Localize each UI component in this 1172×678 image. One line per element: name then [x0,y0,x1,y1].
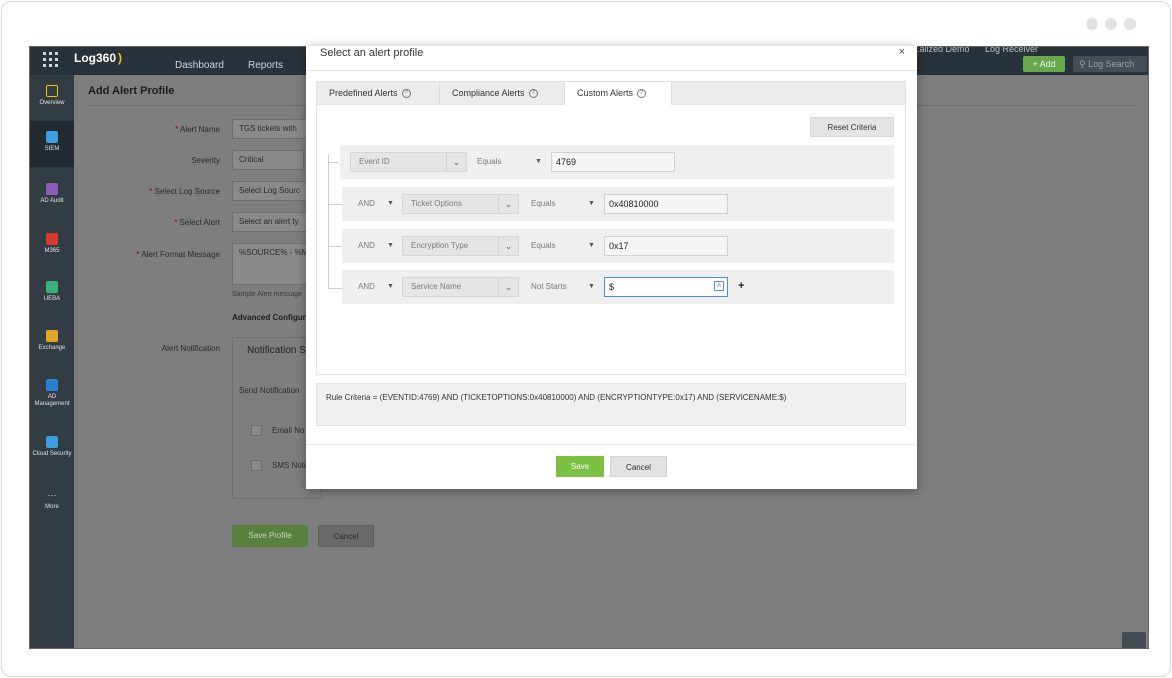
reset-criteria-button[interactable]: Reset Criteria [810,117,894,137]
criteria-row: AND ▼ Ticket Options ⌄ Equals ▼ 0x4081000… [342,187,894,221]
sms-checkbox[interactable] [251,460,262,471]
tab-custom-alerts[interactable]: Custom Alerts? [565,82,672,106]
severity-select[interactable]: Critical [232,150,304,170]
alert-profile-modal: Select an alert profile × Predefined Ale… [306,46,917,489]
log-source-label: * Select Log Source [149,187,220,196]
severity-label: Severity [191,156,220,165]
send-notification-label: Send Notification [239,386,300,395]
user-tree-icon [46,379,58,391]
sidebar-item-cloud-security[interactable]: Cloud Security [30,436,74,458]
chat-icon[interactable] [1122,632,1146,648]
notification-label: Alert Notification [161,344,220,353]
divider [306,70,917,71]
cloud-icon [46,436,58,448]
sidebar-item-ad-management[interactable]: AD Management [30,379,74,408]
field-select[interactable]: Event ID ⌄ [350,152,467,172]
sidebar-item-ueba[interactable]: UEBA [30,281,74,303]
help-icon: ? [637,89,647,99]
log-receiver-link[interactable]: Log Receiver [985,47,1038,54]
email-checkbox[interactable] [251,425,262,436]
close-icon[interactable]: × [899,46,905,58]
select-alert-label: * Select Alert [174,218,220,227]
caret-down-icon: ▼ [588,283,595,290]
caret-down-icon: ▼ [387,242,394,249]
app-logo: Log360) [74,51,123,65]
grid-icon [46,85,58,97]
sms-label: SMS Noti [272,461,306,470]
page-title: Add Alert Profile [88,85,175,97]
tree-connector [328,204,342,205]
value-input[interactable]: $ A [604,277,728,297]
format-message-label: * Alert Format Message [136,250,220,259]
add-criteria-icon[interactable]: + [738,280,744,292]
alert-name-input[interactable]: TGS tickets with [232,119,308,139]
format-message-textarea[interactable]: %SOURCE% - %M [232,243,308,285]
save-profile-button[interactable]: Save Profile [232,525,308,547]
tree-connector [328,154,329,288]
add-button[interactable]: + Add [1023,56,1065,72]
connector-select[interactable]: AND [358,194,375,214]
chevron-down-icon: ⌄ [498,195,518,213]
alert-tabs: Predefined Alerts? Compliance Alerts? Cu… [316,81,906,106]
app-grid-icon[interactable] [43,52,59,67]
alert-name-label: * Alert Name [175,125,220,134]
divider [306,444,917,445]
log-source-select[interactable]: Select Log Sourc [232,181,308,201]
advanced-config-link[interactable]: Advanced Configur [232,313,306,322]
value-input[interactable]: 4769 [551,152,675,172]
cancel-button[interactable]: Cancel [610,456,667,477]
connector-select[interactable]: AND [358,277,375,297]
help-icon: ? [401,89,411,99]
chevron-down-icon: ⌄ [446,153,466,171]
operator-select[interactable]: Equals [477,152,501,172]
tree-connector [328,288,342,289]
eye-icon [46,281,58,293]
tree-connector [328,246,342,247]
criteria-row: AND ▼ Encryption Type ⌄ Equals ▼ 0x17 [342,229,894,263]
value-input[interactable]: 0x40810000 [604,194,728,214]
tab-compliance-alerts[interactable]: Compliance Alerts? [440,82,565,105]
select-alert-input[interactable]: Select an alert ty [232,212,308,232]
value-input[interactable]: 0x17 [604,236,728,256]
caret-down-icon: ▼ [588,242,595,249]
tab-predefined-alerts[interactable]: Predefined Alerts? [317,82,440,105]
caret-down-icon: ▼ [588,200,595,207]
mail-icon [46,330,58,342]
help-icon: ? [528,89,538,99]
chevron-down-icon: ⌄ [498,237,518,255]
save-button[interactable]: Save [556,456,604,477]
field-select[interactable]: Ticket Options ⌄ [402,194,519,214]
caret-down-icon: ▼ [387,283,394,290]
more-icon: ··· [47,490,57,500]
criteria-row: Event ID ⌄ Equals ▼ 4769 [340,145,894,179]
tree-connector [328,162,338,163]
sample-alert-note: Sample Alert message [232,291,303,298]
operator-select[interactable]: Equals [531,236,555,256]
search-icon: ⚲ [1079,59,1086,69]
field-select[interactable]: Service Name ⌄ [402,277,519,297]
office-icon [46,233,58,245]
window-dots [1086,18,1136,30]
caret-down-icon: ▼ [387,200,394,207]
field-select[interactable]: Encryption Type ⌄ [402,236,519,256]
notification-settings-title: Notification S [247,345,306,356]
nav-dashboard[interactable]: Dashboard [175,60,224,71]
rule-criteria-summary: Rule Criteria = (EVENTID:4769) AND (TICK… [316,383,906,426]
operator-select[interactable]: Not Starts [531,277,567,297]
sidebar-item-overview[interactable]: Overview [30,85,74,107]
modal-title: Select an alert profile [320,47,424,59]
sidebar-item-more[interactable]: ··· More [30,490,74,511]
keyboard-icon[interactable]: A [714,281,724,291]
browser-frame: Log360) Dashboard Reports ...alized Demo… [1,1,1171,677]
criteria-row: AND ▼ Service Name ⌄ Not Starts ▼ $ A + [342,270,894,304]
org-name: ...alized Demo [912,46,970,54]
connector-select[interactable]: AND [358,236,375,256]
email-label: Email No [272,426,305,435]
nav-reports[interactable]: Reports [248,60,283,71]
operator-select[interactable]: Equals [531,194,555,214]
log-search-button[interactable]: ⚲ Log Search [1073,56,1147,72]
caret-down-icon: ▼ [535,158,542,165]
cancel-profile-button[interactable]: Cancel [318,525,374,547]
chevron-down-icon: ⌄ [498,278,518,296]
